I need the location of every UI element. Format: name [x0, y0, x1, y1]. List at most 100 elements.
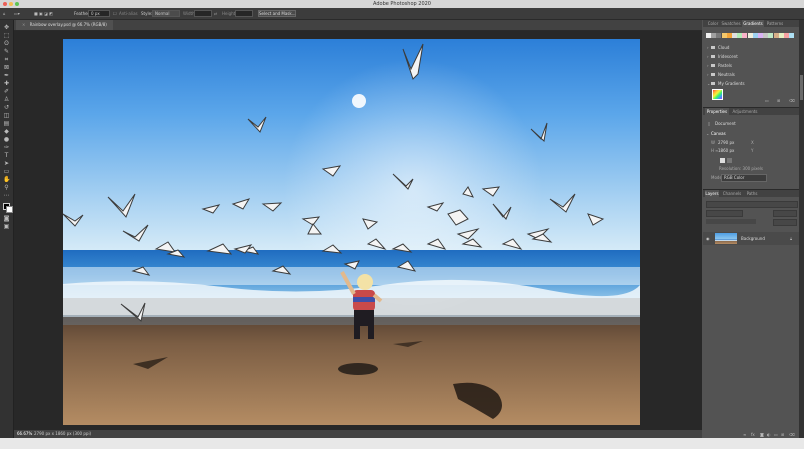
quick-select-tool-icon[interactable]: ✎	[3, 49, 10, 55]
tab-layers[interactable]: Layers	[705, 190, 719, 197]
gradients-panel-tabs: Color Swatches Gradients Patterns	[703, 20, 799, 27]
chevron-down-icon[interactable]: ⌄	[706, 131, 709, 136]
gradient-group-pastels[interactable]: › Pastels	[707, 63, 795, 69]
opacity-input[interactable]	[773, 210, 797, 217]
eraser-tool-icon[interactable]: ◫	[3, 113, 10, 119]
tab-properties[interactable]: Properties	[705, 108, 729, 115]
height-field-label: H	[711, 148, 715, 153]
gradient-group-iridescent[interactable]: › Iridescent	[707, 54, 795, 60]
hand-tool-icon[interactable]: ✋	[3, 177, 10, 183]
layer-filter-bar[interactable]	[706, 201, 798, 208]
zoom-window-button[interactable]	[15, 2, 19, 6]
marquee-tool-preset-icon[interactable]: ▭▾	[14, 8, 20, 19]
pen-tool-icon[interactable]: ✑	[3, 145, 10, 151]
history-brush-tool-icon[interactable]: ↺	[3, 105, 10, 111]
feather-input[interactable]: 0 px	[88, 10, 110, 17]
eye-icon[interactable]: ◉	[706, 236, 710, 241]
tab-color[interactable]: Color	[707, 20, 719, 27]
swap-icon[interactable]: ⇄	[214, 8, 217, 19]
tab-paths[interactable]: Paths	[745, 190, 759, 197]
quick-mask-icon[interactable]: ◙	[3, 216, 10, 222]
crop-tool-icon[interactable]: ⌗	[3, 57, 10, 63]
height-input[interactable]	[235, 10, 253, 17]
dodge-tool-icon[interactable]: ●	[3, 137, 10, 143]
beach-photo	[63, 39, 640, 425]
landscape-orientation-icon[interactable]	[727, 158, 732, 163]
background-color-swatch[interactable]	[6, 206, 13, 213]
anti-alias-checkbox[interactable]: ☐	[113, 8, 117, 19]
eyedropper-tool-icon[interactable]: ✒	[3, 73, 10, 79]
rainbow-gradient-thumbnail[interactable]	[712, 89, 723, 100]
gradient-group-neutrals[interactable]: › Neutrals	[707, 72, 795, 78]
path-selection-tool-icon[interactable]: ➤	[3, 161, 10, 167]
folder-icon	[711, 64, 715, 67]
photoshop-window: Adobe Photoshop 2020 ⌂ ▭▾ ■ ▣ ◪ ◩ Feathe…	[0, 0, 804, 449]
close-tab-icon[interactable]: ×	[22, 22, 25, 27]
gradient-group-my-gradients[interactable]: ⌄ My Gradients	[707, 81, 795, 87]
mode-select[interactable]: RGB Color	[721, 174, 767, 182]
fill-input[interactable]	[773, 219, 797, 226]
layer-mask-icon[interactable]: ◙	[760, 432, 764, 437]
link-layers-icon[interactable]: ∞	[743, 432, 746, 437]
new-group-icon[interactable]: ▭	[774, 432, 778, 437]
document-tab[interactable]: × Rainbow overlay.psd @ 66.7% (RGB/8)	[16, 20, 113, 30]
layer-style-icon[interactable]: fx	[751, 432, 755, 437]
lock-controls[interactable]	[706, 219, 756, 224]
gradient-group-cloud[interactable]: › Cloud	[707, 45, 795, 51]
zoom-tool-icon[interactable]: ⚲	[3, 185, 10, 191]
width-input[interactable]	[194, 10, 212, 17]
layers-panel: Layers Channels Paths ◉ Background 🔒︎ ∞ …	[703, 189, 799, 439]
folder-icon	[711, 55, 715, 58]
blend-mode-select[interactable]	[706, 210, 743, 217]
width-field-label: W	[711, 140, 715, 145]
more-tools-icon[interactable]: ⋯	[3, 193, 10, 199]
folder-icon	[711, 46, 715, 49]
title-bar: Adobe Photoshop 2020	[0, 0, 804, 8]
clone-stamp-tool-icon[interactable]: ♙	[3, 97, 10, 103]
healing-brush-tool-icon[interactable]: ✚	[3, 81, 10, 87]
tab-channels[interactable]: Channels	[721, 190, 743, 197]
lock-icon: 🔒︎	[790, 236, 793, 241]
tab-gradients[interactable]: Gradients	[742, 20, 764, 27]
canvas-height-input[interactable]: 1860 px	[718, 148, 734, 153]
minimize-window-button[interactable]	[9, 2, 13, 6]
gradient-swatch[interactable]	[789, 33, 795, 38]
delete-icon[interactable]: ⌫	[789, 98, 795, 103]
tab-patterns[interactable]: Patterns	[766, 20, 784, 27]
document-tab-label: Rainbow overlay.psd @ 66.7% (RGB/8)	[29, 22, 107, 27]
brush-tool-icon[interactable]: ✐	[3, 89, 10, 95]
new-gradient-icon[interactable]: ⊞	[777, 98, 780, 103]
select-and-mask-button[interactable]: Select and Mask...	[258, 10, 296, 17]
home-icon[interactable]: ⌂	[3, 8, 6, 19]
lasso-tool-icon[interactable]: ʘ	[3, 41, 10, 47]
close-window-button[interactable]	[3, 2, 7, 6]
selection-mode-icons[interactable]: ■ ▣ ◪ ◩	[34, 8, 53, 19]
new-folder-icon[interactable]: ▭	[765, 98, 769, 103]
chevron-right-icon: ›	[707, 54, 709, 59]
marquee-tool-icon[interactable]: ⬚	[3, 33, 10, 39]
document-canvas[interactable]	[63, 39, 640, 425]
zoom-level[interactable]: 66.67%	[17, 430, 32, 438]
x-field-label: X	[751, 140, 754, 145]
delete-layer-icon[interactable]: ⌫	[789, 432, 795, 437]
tab-swatches[interactable]: Swatches	[721, 20, 741, 27]
blur-tool-icon[interactable]: ◆	[3, 129, 10, 135]
tab-adjustments[interactable]: Adjustments	[731, 108, 759, 115]
gradient-tool-icon[interactable]: ▤	[3, 121, 10, 127]
layer-row-background[interactable]: ◉ Background 🔒︎	[703, 232, 799, 245]
chevron-down-icon: ⌄	[707, 81, 711, 86]
move-tool-icon[interactable]: ✥	[3, 25, 10, 31]
new-layer-icon[interactable]: ⊞	[781, 432, 784, 437]
canvas-width-input[interactable]: 2790 px	[718, 140, 734, 145]
adjustment-layer-icon[interactable]: ◐	[767, 432, 771, 437]
type-tool-icon[interactable]: T	[3, 153, 10, 159]
status-bar: 66.67% 2790 px x 1860 px (300 ppi)	[14, 430, 702, 438]
document-tab-bar: × Rainbow overlay.psd @ 66.7% (RGB/8)	[14, 20, 702, 31]
portrait-orientation-icon[interactable]	[720, 158, 725, 163]
panel-scrollbar[interactable]	[800, 75, 803, 100]
style-select[interactable]: Normal	[152, 10, 180, 17]
rectangle-tool-icon[interactable]: ▭	[3, 169, 10, 175]
folder-icon	[711, 73, 715, 76]
screen-mode-icon[interactable]: ▣	[3, 224, 10, 230]
frame-tool-icon[interactable]: ⊠	[3, 65, 10, 71]
